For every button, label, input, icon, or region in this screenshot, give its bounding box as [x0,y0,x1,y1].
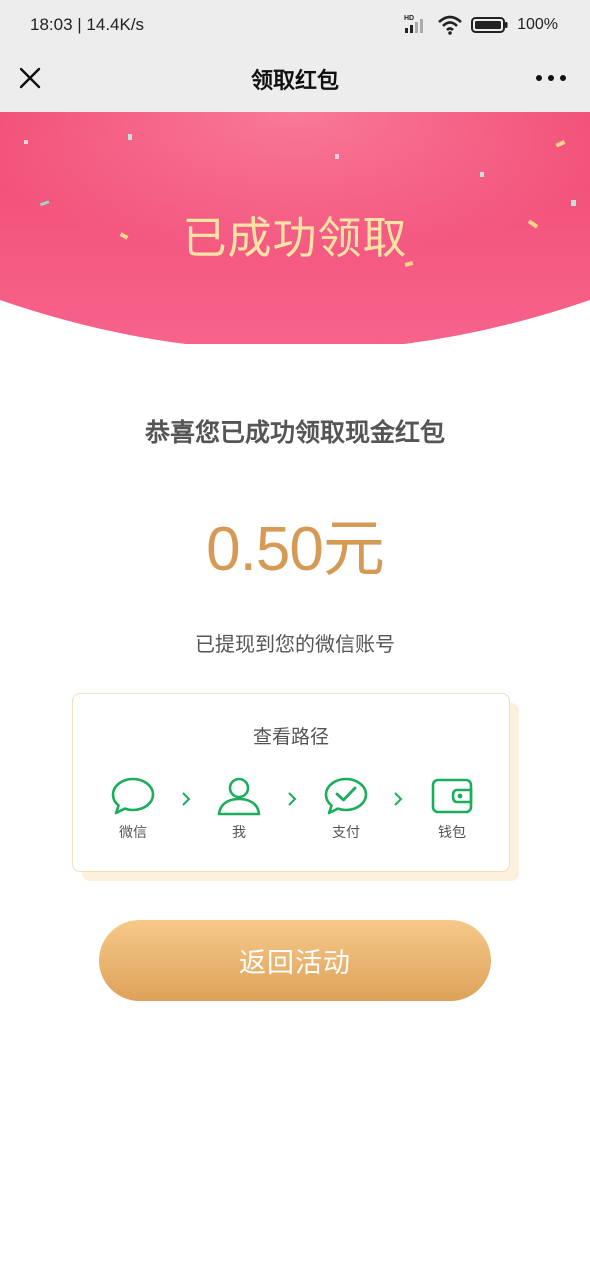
step-label: 我 [232,825,246,841]
return-activity-button[interactable]: 返回活动 [99,920,491,1001]
amount-value: 0.50元 [206,515,385,584]
step-label: 微信 [119,825,147,841]
pay-check-icon [324,777,368,815]
status-time-speed: 18:03 | 14.4K/s [30,15,145,34]
congrats-message: 恭喜您已成功领取现金红包 [144,418,445,447]
step-label: 钱包 [438,825,466,841]
step-pay: 支付 [306,776,386,842]
status-icons: HD 100% [403,14,558,36]
battery-percent: 100% [517,16,558,33]
signal-icon: HD [404,15,424,33]
step-wallet: 钱包 [412,776,492,842]
chevron-right-icon [288,792,297,806]
wallet-icon [431,778,473,814]
step-label: 支付 [332,825,360,841]
battery-icon [471,17,508,33]
chat-bubble-icon [111,777,155,815]
network-badge: HD [404,15,414,22]
path-card: 查看路径 微信 我 支付 钱包 [72,693,510,872]
more-icon[interactable] [534,64,568,92]
step-wechat: 微信 [93,776,173,842]
withdraw-note: 已提现到您的微信账号 [195,632,395,656]
card-title: 查看路径 [252,726,329,748]
wifi-icon [438,15,462,35]
person-icon [217,777,261,816]
step-me: 我 [199,776,279,842]
header-title: 已成功领取 [182,213,408,264]
status-bar: 18:03 | 14.4K/s HD 100% [0,0,590,52]
chevron-right-icon [182,792,191,806]
chevron-right-icon [394,792,403,806]
nav-bar: 领取红包 [0,52,590,112]
page-title: 领取红包 [250,69,339,94]
